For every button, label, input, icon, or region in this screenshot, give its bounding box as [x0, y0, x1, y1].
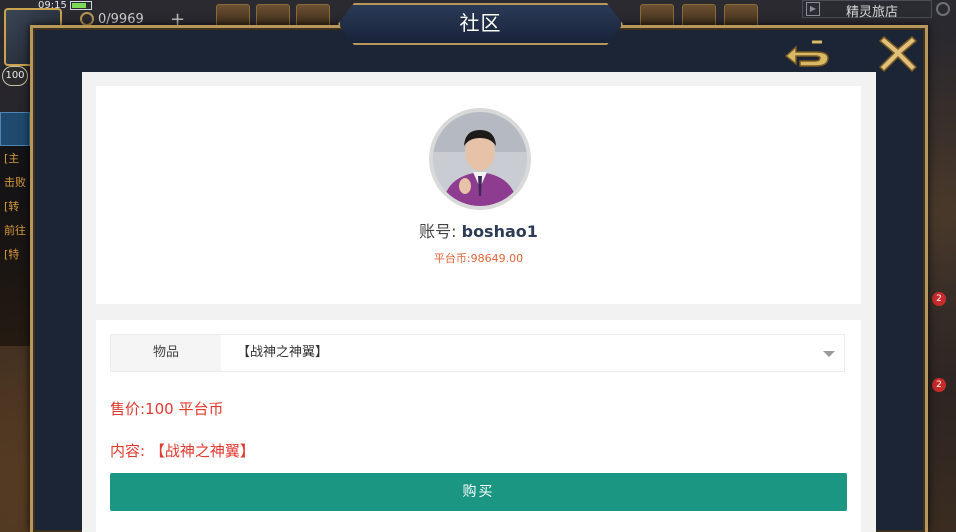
account-line: 账号: boshao1 [96, 218, 861, 242]
chat-line: 前往 [4, 224, 26, 237]
item-select-value: 【战神之神翼】 [237, 345, 329, 360]
play-icon[interactable]: ▶ [806, 2, 820, 16]
menu-dot-icon[interactable] [936, 2, 950, 16]
coin-balance-line: 平台币:98649.00 [96, 250, 861, 266]
chat-panel: [主 击败 [转 前往 [特 [0, 146, 30, 346]
price-text: 售价:100 平台币 [110, 400, 224, 418]
coin-value: 98649.00 [470, 252, 524, 265]
modal-title: 社区 [459, 11, 502, 35]
close-x-icon [878, 35, 918, 73]
battery-icon [70, 1, 92, 10]
chat-line: [主 [4, 152, 20, 165]
left-tool-icon[interactable] [0, 112, 30, 146]
chat-line: 击败 [4, 176, 26, 189]
purchase-form: 物品 【战神之神翼】 售价:100 平台币 内容: 【战神之神翼】 购买 [96, 320, 861, 532]
profile-card: 账号: boshao1 平台币:98649.00 [96, 86, 861, 304]
stamina-icon [80, 12, 94, 26]
buy-button[interactable]: 购买 [110, 473, 847, 511]
player-level-badge: 100 [2, 66, 28, 86]
notification-badge: 2 [932, 378, 946, 392]
chevron-down-icon [823, 351, 835, 357]
inn-tab-label: 精灵旅店 [846, 5, 899, 20]
chat-line: [转 [4, 200, 20, 213]
chat-line: [特 [4, 248, 20, 261]
user-avatar [429, 108, 531, 210]
back-arrow-icon [784, 40, 829, 67]
user-portrait-image [433, 112, 527, 206]
content-text: 内容: 【战神之神翼】 [110, 442, 255, 460]
item-select[interactable]: 【战神之神翼】 [221, 335, 845, 371]
item-select-row: 物品 【战神之神翼】 [110, 334, 845, 372]
community-webview: 账号: boshao1 平台币:98649.00 物品 【战神之神翼】 售价:1… [82, 72, 876, 532]
back-button[interactable] [782, 36, 834, 70]
account-value: boshao1 [461, 222, 538, 241]
close-button[interactable] [878, 33, 918, 73]
item-label: 物品 [111, 335, 221, 371]
account-label: 账号: [419, 222, 457, 241]
coin-label: 平台币: [433, 252, 471, 265]
notification-badge: 2 [932, 292, 946, 306]
